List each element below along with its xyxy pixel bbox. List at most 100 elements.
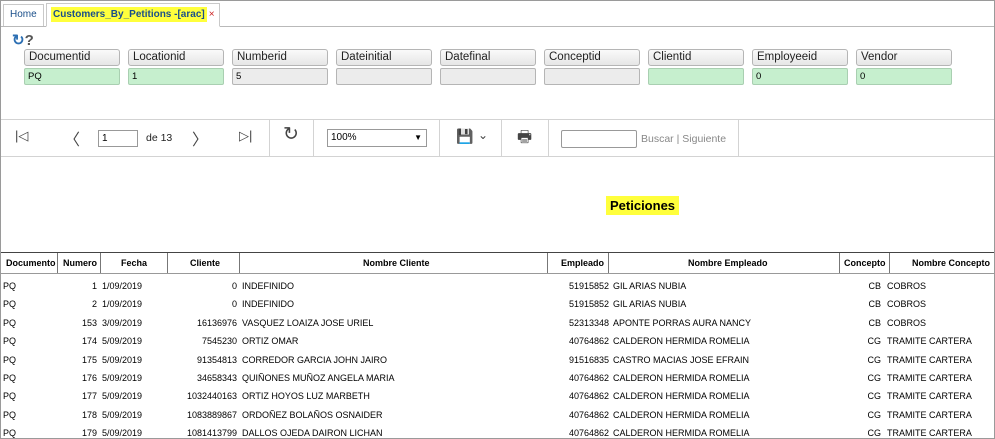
cell-nombre-empleado: CALDERON HERMIDA ROMELIA xyxy=(613,373,750,383)
param-conceptid-field[interactable] xyxy=(544,68,640,85)
param-vendor: Vendor 0 xyxy=(856,49,952,85)
cell-empleado: 52313348 xyxy=(568,317,609,328)
cell-empleado: 40764862 xyxy=(568,391,609,402)
cell-nombre-empleado: CASTRO MACIAS JOSE EFRAIN xyxy=(613,354,750,365)
cell-nombre-cliente: ORTIZ HOYOS LUZ MARBETH xyxy=(242,391,370,402)
cell-cliente: 16136976 xyxy=(196,317,237,328)
cell-numero: 175 xyxy=(81,354,97,365)
tab-home-label: Home xyxy=(10,9,37,20)
cell-nombre-concepto: TRAMITE CARTERA xyxy=(887,409,972,420)
help-icon[interactable]: ? xyxy=(25,32,34,49)
cell-fecha: 5/09/2019 xyxy=(102,336,143,347)
cell-fecha: 1/09/2019 xyxy=(102,299,143,310)
cell-nombre-cliente: INDEFINIDO xyxy=(242,299,295,310)
cell-concepto: CB xyxy=(868,281,881,291)
search-input[interactable] xyxy=(561,130,637,148)
param-numberid-field[interactable]: 5 xyxy=(232,68,328,85)
param-documentid: Documentid PQ xyxy=(24,49,120,85)
cell-empleado: 40764862 xyxy=(568,373,609,383)
param-conceptid: Conceptid xyxy=(544,49,640,85)
report-title: Peticiones xyxy=(606,196,680,215)
cell-nombre-cliente: VASQUEZ LOAIZA JOSE URIEL xyxy=(242,317,374,328)
cell-documento: PQ xyxy=(3,409,17,420)
cell-numero: 174 xyxy=(81,336,97,347)
save-icon[interactable]: 💾 xyxy=(456,128,473,145)
page-number-input[interactable]: 1 xyxy=(98,130,138,147)
param-clientid-field[interactable] xyxy=(648,68,744,85)
cell-fecha: 5/09/2019 xyxy=(102,373,143,383)
cell-concepto: CG xyxy=(867,428,882,439)
cell-concepto: CG xyxy=(867,409,882,420)
cell-empleado: 51915852 xyxy=(568,299,609,310)
column-header: Nombre Concepto xyxy=(912,258,991,268)
chevron-down-icon: ▼ xyxy=(414,133,422,142)
save-dropdown-icon[interactable]: ⌄ xyxy=(478,128,488,142)
first-page-icon[interactable]: |◁ xyxy=(15,128,28,144)
cell-numero: 2 xyxy=(91,299,97,310)
last-page-icon[interactable]: ▷| xyxy=(239,128,252,144)
cell-fecha: 5/09/2019 xyxy=(102,428,143,439)
param-vendor-field[interactable]: 0 xyxy=(856,68,952,85)
column-header: Nombre Cliente xyxy=(363,258,430,268)
cell-nombre-empleado: CALDERON HERMIDA ROMELIA xyxy=(613,428,750,439)
cell-nombre-empleado: APONTE PORRAS AURA NANCY xyxy=(613,317,752,328)
print-icon[interactable]: 🖶 xyxy=(517,126,532,153)
cell-nombre-empleado: CALDERON HERMIDA ROMELIA xyxy=(613,391,750,402)
param-dateinitial: Dateinitial xyxy=(336,49,432,85)
cell-cliente: 1083889867 xyxy=(186,409,237,420)
table-row: PQ 177 5/09/2019 1032440163 ORTIZ HOYOS LUZ … xyxy=(1,388,994,406)
param-locationid: Locationid 1 xyxy=(128,49,224,85)
report-toolbar: |◁ 〈 1 de 13 〉 ▷| ↻ 100% ▼ 💾 ⌄ 🖶 Buscar |… xyxy=(1,119,994,157)
zoom-value: 100% xyxy=(331,132,357,143)
cell-nombre-empleado: CALDERON HERMIDA ROMELIA xyxy=(613,409,750,420)
cell-concepto: CB xyxy=(868,299,881,310)
column-divider xyxy=(100,253,101,273)
next-match-link[interactable]: Siguiente xyxy=(682,133,726,145)
cell-nombre-concepto: COBROS xyxy=(887,317,927,328)
cell-nombre-concepto: COBROS xyxy=(887,299,927,310)
param-datefinal-field[interactable] xyxy=(440,68,536,85)
cell-nombre-concepto: COBROS xyxy=(887,281,927,291)
param-numberid: Numberid 5 xyxy=(232,49,328,85)
search-link[interactable]: Buscar xyxy=(641,133,674,145)
cell-fecha: 5/09/2019 xyxy=(102,391,143,402)
cell-documento: PQ xyxy=(3,354,17,365)
param-label: Documentid xyxy=(24,49,120,66)
cell-documento: PQ xyxy=(3,428,17,439)
next-page-icon[interactable]: 〉 xyxy=(192,126,208,150)
param-label: Datefinal xyxy=(440,49,536,66)
zoom-select[interactable]: 100% ▼ xyxy=(327,129,427,147)
column-divider xyxy=(889,253,890,273)
cell-documento: PQ xyxy=(3,317,17,328)
cell-nombre-concepto: TRAMITE CARTERA xyxy=(887,428,972,439)
tab-bar: Home Customers_By_Petitions -[arac] × xyxy=(1,1,994,27)
param-locationid-field[interactable]: 1 xyxy=(128,68,224,85)
column-header: Nombre Empleado xyxy=(688,258,768,268)
toolbar-divider xyxy=(548,120,549,157)
close-icon[interactable]: × xyxy=(209,9,215,20)
cell-numero: 153 xyxy=(81,317,97,328)
param-employeeid-field[interactable]: 0 xyxy=(752,68,848,85)
search-links: Buscar | Siguiente xyxy=(641,133,726,145)
cell-empleado: 51915852 xyxy=(568,281,609,291)
table-row: PQ 174 5/09/2019 7545230 ORTIZ OMAR 40764862 C… xyxy=(1,333,994,351)
report-window: Home Customers_By_Petitions -[arac] × ↻? … xyxy=(0,0,995,439)
prev-page-icon[interactable]: 〈 xyxy=(64,126,80,150)
cell-fecha: 1/09/2019 xyxy=(102,281,143,291)
cell-numero: 176 xyxy=(81,373,97,383)
column-header: Cliente xyxy=(190,258,221,268)
tab-home[interactable]: Home xyxy=(3,4,44,26)
cell-cliente: 1081413799 xyxy=(186,428,237,439)
param-label: Numberid xyxy=(232,49,328,66)
tab-customers-by-petitions[interactable]: Customers_By_Petitions -[arac] × xyxy=(46,3,220,27)
refresh-report-icon[interactable]: ↻ xyxy=(283,123,299,146)
cell-cliente: 7545230 xyxy=(201,336,237,347)
column-divider xyxy=(239,253,240,273)
cell-nombre-concepto: TRAMITE CARTERA xyxy=(887,354,972,365)
cell-nombre-empleado: GIL ARIAS NUBIA xyxy=(613,299,687,310)
refresh-params-icon[interactable]: ↻ xyxy=(12,32,25,49)
param-dateinitial-field[interactable] xyxy=(336,68,432,85)
param-documentid-field[interactable]: PQ xyxy=(24,68,120,85)
param-label: Dateinitial xyxy=(336,49,432,66)
table-row: PQ 1 1/09/2019 0 INDEFINIDO 51915852 GIL ARIAS… xyxy=(1,278,994,296)
